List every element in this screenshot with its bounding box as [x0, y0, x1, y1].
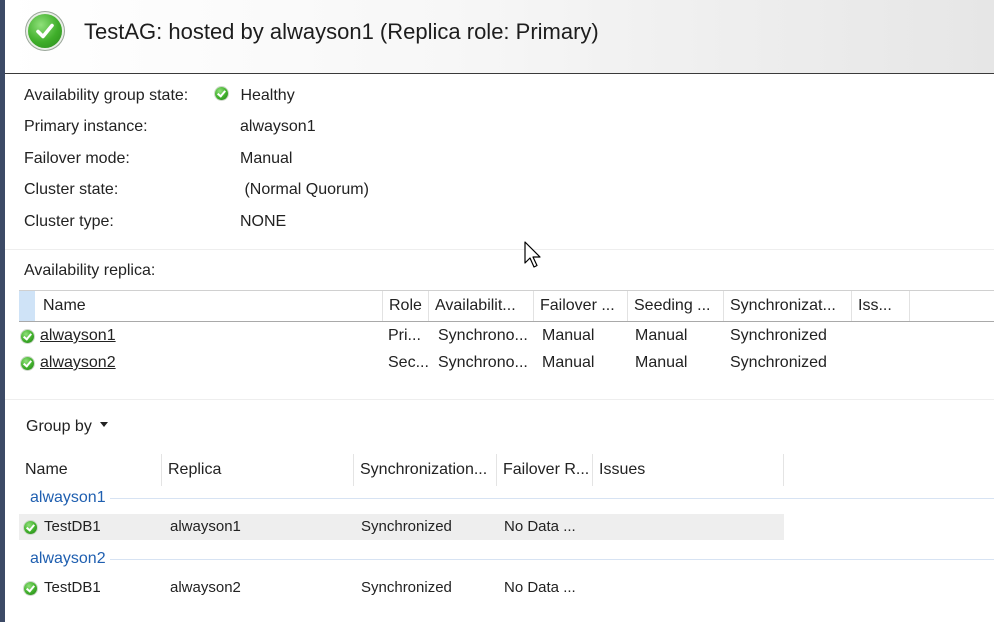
section-divider [5, 249, 994, 250]
database-failover: No Data ... [504, 579, 576, 596]
group-header-alwayson1[interactable]: alwayson1 [30, 489, 110, 507]
group-by-dropdown[interactable]: Group by [26, 418, 108, 436]
healthy-check-icon [28, 14, 62, 48]
database-grid-header: Name Replica Synchronization... Failover… [19, 454, 784, 486]
database-sync: Synchronized [361, 518, 452, 535]
ag-state-value: Healthy [215, 87, 295, 105]
col-header-replica[interactable]: Replica [162, 454, 354, 486]
group-header-alwayson2[interactable]: alwayson2 [30, 550, 110, 568]
replica-role: Pri... [388, 327, 421, 344]
replica-availability: Synchrono... [438, 327, 528, 344]
database-sync: Synchronized [361, 579, 452, 596]
database-replica: alwayson2 [170, 579, 241, 596]
healthy-check-icon [24, 521, 37, 534]
col-header-db-issues[interactable]: Issues [593, 454, 784, 486]
page-title: TestAG: hosted by alwayson1 (Replica rol… [84, 19, 599, 44]
replica-sync: Synchronized [730, 354, 827, 371]
replica-link-alwayson2[interactable]: alwayson2 [40, 350, 116, 376]
group-divider [30, 498, 994, 499]
healthy-check-icon [21, 357, 34, 370]
database-name: TestDB1 [44, 579, 101, 596]
failover-mode-value: Manual [240, 150, 293, 167]
cluster-state-value: (Normal Quorum) [240, 181, 369, 198]
replica-sync: Synchronized [730, 327, 827, 344]
dashboard-header: TestAG: hosted by alwayson1 (Replica rol… [5, 0, 994, 74]
ag-state-text: Healthy [240, 87, 295, 104]
database-row[interactable]: TestDB1 alwayson1 Synchronized No Data .… [19, 514, 784, 540]
chevron-down-icon [99, 422, 108, 428]
group-divider [30, 559, 994, 560]
healthy-check-icon [21, 330, 34, 343]
cluster-type-label: Cluster type: [24, 213, 114, 230]
replica-failover: Manual [542, 327, 595, 344]
failover-mode-label: Failover mode: [24, 150, 130, 167]
cluster-type-value: NONE [240, 213, 287, 230]
ag-state-label: Availability group state: [24, 87, 189, 104]
section-divider [5, 399, 994, 400]
database-replica: alwayson1 [170, 518, 241, 535]
database-name: TestDB1 [44, 518, 101, 535]
healthy-check-icon [215, 87, 228, 100]
database-row[interactable]: TestDB1 alwayson2 Synchronized No Data .… [19, 575, 784, 601]
cluster-state-label: Cluster state: [24, 181, 119, 198]
replica-link-alwayson1[interactable]: alwayson1 [40, 323, 116, 349]
col-header-issues[interactable]: Iss... [852, 291, 910, 321]
replica-seeding: Manual [635, 354, 688, 371]
replica-availability: Synchrono... [438, 354, 528, 371]
replica-seeding: Manual [635, 327, 688, 344]
replica-grid-header: Name Role Availabilit... Failover ... Se… [19, 290, 994, 322]
col-header-failover[interactable]: Failover ... [534, 291, 628, 321]
col-header-db-name[interactable]: Name [19, 454, 162, 486]
availability-replica-label: Availability replica: [24, 262, 156, 279]
replica-failover: Manual [542, 354, 595, 371]
replica-row[interactable]: alwayson1 Pri... Synchrono... Manual Man… [19, 323, 994, 349]
primary-instance-label: Primary instance: [24, 118, 148, 135]
replica-row[interactable]: alwayson2 Sec... Synchrono... Manual Man… [19, 350, 994, 376]
col-header-synchronization[interactable]: Synchronizat... [724, 291, 852, 321]
mouse-pointer-icon [524, 241, 541, 268]
col-header-seeding[interactable]: Seeding ... [628, 291, 724, 321]
col-header-db-sync[interactable]: Synchronization... [354, 454, 497, 486]
col-header-availability[interactable]: Availabilit... [429, 291, 534, 321]
col-header-name[interactable]: Name [37, 291, 383, 321]
row-selector-header[interactable] [19, 291, 35, 321]
healthy-check-icon [24, 582, 37, 595]
primary-instance-value: alwayson1 [240, 118, 316, 135]
col-header-failover-readiness[interactable]: Failover R... [497, 454, 593, 486]
database-failover: No Data ... [504, 518, 576, 535]
group-by-label: Group by [26, 418, 92, 435]
col-header-role[interactable]: Role [383, 291, 429, 321]
replica-role: Sec... [388, 354, 429, 371]
left-window-border [0, 0, 5, 622]
